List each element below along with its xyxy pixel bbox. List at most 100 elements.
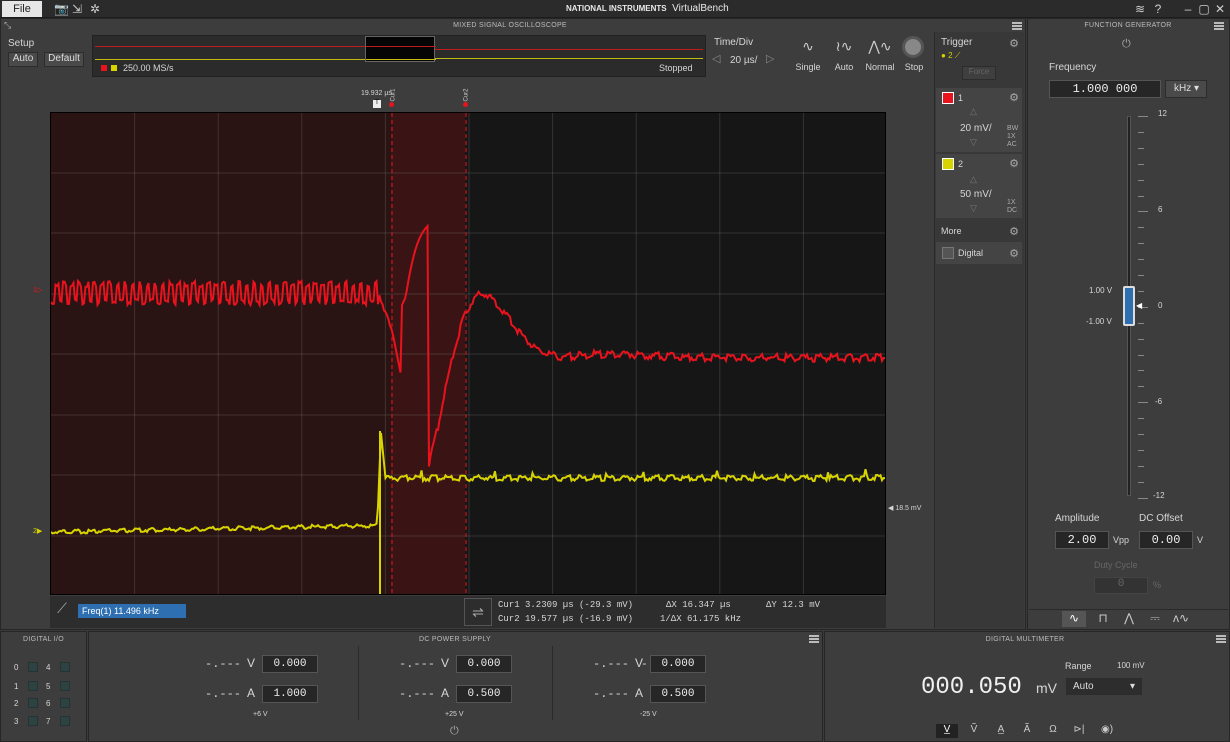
ch2-gear-icon[interactable]: ⚙ [1008,158,1020,170]
stop-icon[interactable] [902,36,924,58]
normal-mode-button[interactable]: Normal [862,62,898,72]
single-mode-icon[interactable]: ∿ [794,38,822,56]
ch1-scale[interactable]: 20 mV/ [960,123,992,134]
ch1-enable-checkbox[interactable] [942,92,954,104]
duty-input[interactable]: 0 [1094,577,1148,594]
ch2-enable-checkbox[interactable] [942,158,954,170]
ch2-scale-down-icon[interactable]: ▽ [970,203,977,214]
ac-current-mode-icon[interactable]: Ã [1018,724,1036,735]
fgen-menu-icon[interactable] [1214,22,1224,30]
cur1-handle[interactable] [389,102,394,107]
dio-led-4[interactable] [60,662,70,672]
dio-led-0[interactable] [28,662,38,672]
force-trigger-button[interactable]: Force [962,66,996,80]
trigger-settings-gear-icon[interactable]: ⚙ [1008,38,1020,50]
sine-wave-icon[interactable]: ∿ [1062,611,1086,627]
trigger-time: 19.932 µs [361,90,392,97]
close-icon[interactable]: ✕ [1212,1,1228,17]
dc-wave-icon[interactable]: ⎓ [1146,611,1164,626]
ac-voltage-mode-icon[interactable]: Ṽ [965,724,983,735]
wifi-icon[interactable]: ≋ [1132,1,1148,17]
psu2-current-input[interactable]: 0.500 [456,685,512,703]
ch1-scale-down-icon[interactable]: ▽ [970,137,977,148]
camera-icon[interactable]: 📷 [54,2,69,16]
freq-measurement[interactable]: Freq(1) 11.496 kHz [78,604,186,618]
triangle-wave-icon[interactable]: ⋀ [1120,611,1138,625]
single-mode-button[interactable]: Single [790,62,826,72]
arbitrary-wave-icon[interactable]: ʌ∿ [1172,611,1190,625]
scale-tick-mark [1138,147,1144,149]
ch2-scale[interactable]: 50 mV/ [960,189,992,200]
square-wave-icon[interactable]: ⊓ [1094,611,1112,625]
psu3-current-input[interactable]: 0.500 [650,685,706,703]
ch2-offset-marker[interactable]: 2▶ [33,527,42,535]
cur2-handle[interactable] [463,102,468,107]
psu1-name: +6 V [253,711,268,718]
ch1-gear-icon[interactable]: ⚙ [1008,92,1020,104]
dio-led-3[interactable] [28,716,38,726]
timediv-value[interactable]: 20 µs/ [730,55,757,66]
digital-gear-icon[interactable]: ⚙ [1008,248,1020,260]
default-setup-button[interactable]: Default [44,52,84,67]
scope-menu-icon[interactable] [1012,22,1022,30]
continuity-mode-icon[interactable]: ◉) [1096,724,1118,735]
digital-enable-checkbox[interactable] [942,247,954,259]
settings-icon[interactable]: ✲ [88,2,102,16]
timediv-increase-icon[interactable]: ▷ [766,52,780,70]
scale-tick-mark [1138,465,1144,467]
frequency-input[interactable]: 1.000 000 [1049,80,1161,98]
dio-led-5[interactable] [60,681,70,691]
resistance-mode-icon[interactable]: Ω [1044,724,1062,735]
ch1-scale-up-icon[interactable]: △ [970,106,977,117]
dc-current-mode-icon[interactable]: A̲ [992,724,1010,735]
overview-strip[interactable]: 250.00 MS/s Stopped [92,35,706,77]
psu1-current-input[interactable]: 1.000 [262,685,318,703]
auto-mode-button[interactable]: Auto [826,62,862,72]
file-menu[interactable]: File [2,1,42,17]
range-select[interactable]: Auto ▾ [1066,678,1142,695]
fgen-power-icon[interactable]: ⏻ [1122,38,1131,51]
scale-tick-mark [1138,354,1144,356]
psu3-current-unit: A [635,686,644,700]
psu-menu-icon[interactable] [809,635,819,643]
dio-led-1[interactable] [28,681,38,691]
dmm-menu-icon[interactable] [1216,635,1226,643]
psu3-voltage-input[interactable]: 0.000 [650,655,706,673]
expand-icon[interactable]: ⇲ [70,2,84,16]
offset-input[interactable]: 0.00 [1139,531,1193,549]
maximize-icon[interactable]: ▢ [1196,1,1212,17]
frequency-unit-select[interactable]: kHz ▾ [1165,80,1207,98]
dio-led-6[interactable] [60,698,70,708]
more-label[interactable]: More [941,226,962,236]
collapse-icon[interactable]: ⤡ [4,20,11,31]
timediv-decrease-icon[interactable]: ◁ [712,52,726,70]
psu-power-icon[interactable]: ⏻ [450,725,459,738]
more-gear-icon[interactable]: ⚙ [1008,226,1020,238]
auto-mode-icon[interactable]: ≀∿ [830,38,858,56]
help-icon[interactable]: ? [1150,1,1166,17]
minimize-icon[interactable]: – [1180,1,1196,17]
ch1-probe: 1X [1007,133,1016,140]
dc-voltage-mode-icon[interactable]: V̲ [936,724,958,738]
normal-mode-icon[interactable]: ⋀∿ [866,38,894,56]
psu1-voltage-input[interactable]: 0.000 [262,655,318,673]
stop-mode-button[interactable]: Stop [896,62,932,72]
scale-tick-mark [1138,211,1148,213]
scale-tick-mark [1138,434,1144,435]
trigger-level-marker[interactable]: ◀ 18.5 mV [888,504,921,512]
trigger-label[interactable]: Trigger [941,37,972,48]
dio-led-7[interactable] [60,716,70,726]
psu2-voltage-input[interactable]: 0.000 [456,655,512,673]
scope-display[interactable] [50,112,886,595]
ruler-icon[interactable]: ⟋ [52,600,72,620]
auto-setup-button[interactable]: Auto [8,52,38,67]
ch2-scale-up-icon[interactable]: △ [970,174,977,185]
trigger-time-marker-icon[interactable]: T [373,100,381,108]
ch1-offset-marker[interactable]: 1▷ [33,286,42,294]
amplitude-input[interactable]: 2.00 [1055,531,1109,549]
overview-window[interactable] [365,36,436,62]
diode-mode-icon[interactable]: ⊳| [1068,724,1090,735]
cursor-toggle-icon[interactable]: ⇌ [464,598,492,626]
amplitude-slider-handle[interactable] [1123,286,1135,326]
dio-led-2[interactable] [28,698,38,708]
